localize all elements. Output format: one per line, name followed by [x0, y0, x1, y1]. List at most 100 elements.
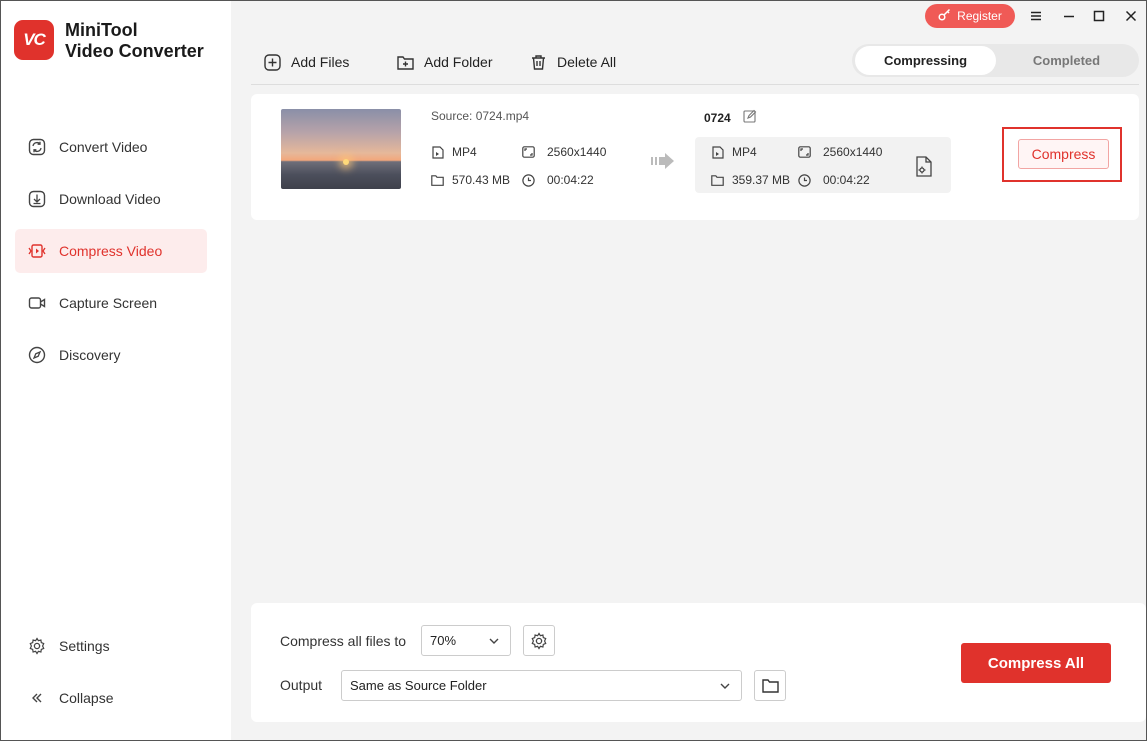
clock-icon	[522, 173, 535, 187]
maximize-button[interactable]	[1089, 6, 1109, 26]
sidebar-item-compress-video[interactable]: Compress Video	[15, 229, 207, 273]
output-resolution: 2560x1440	[798, 145, 882, 159]
add-files-label: Add Files	[291, 54, 350, 70]
menu-button[interactable]	[1026, 6, 1046, 26]
output-resolution-value: 2560x1440	[823, 145, 883, 159]
compress-all-button[interactable]: Compress All	[961, 643, 1111, 683]
output-format-value: MP4	[732, 145, 757, 159]
sidebar-item-settings[interactable]: Settings	[15, 624, 207, 668]
compass-icon	[27, 345, 47, 365]
resolution-icon	[798, 146, 811, 159]
convert-icon	[27, 137, 47, 157]
output-name: 0724	[704, 109, 757, 126]
output-name-value: 0724	[704, 110, 731, 125]
sidebar-item-download-video[interactable]: Download Video	[15, 177, 207, 221]
resolution-icon	[522, 146, 535, 159]
key-icon	[938, 8, 951, 24]
maximize-icon	[1093, 10, 1105, 22]
sidebar-item-label: Compress Video	[59, 243, 163, 259]
add-folder-button[interactable]: Add Folder	[397, 52, 492, 72]
source-size: 570.43 MB	[431, 173, 510, 187]
output-folder-value: Same as Source Folder	[350, 678, 487, 693]
compress-ratio-select[interactable]: 70%	[421, 625, 511, 656]
source-filename: 0724.mp4	[475, 109, 530, 123]
output-folder-select[interactable]: Same as Source Folder	[341, 670, 742, 701]
compress-button[interactable]: Compress	[1018, 139, 1109, 169]
folder-icon	[711, 174, 724, 187]
source-resolution: 2560x1440	[522, 145, 606, 159]
file-card: Source: 0724.mp4 MP4 2560x1440 570.43 MB…	[251, 94, 1139, 220]
bottom-panel: Compress all files to 70% Output Same as…	[251, 603, 1146, 722]
close-button[interactable]	[1121, 6, 1141, 26]
menu-icon	[1031, 11, 1041, 21]
sidebar-item-discovery[interactable]: Discovery	[15, 333, 207, 377]
gear-icon	[27, 636, 47, 656]
folder-icon	[431, 174, 444, 187]
tab-compressing[interactable]: Compressing	[855, 46, 996, 75]
add-files-button[interactable]: Add Files	[264, 52, 349, 72]
source-label: Source: 0724.mp4	[431, 109, 529, 123]
chevron-down-icon	[489, 638, 499, 644]
status-tabs: Compressing Completed	[852, 44, 1139, 77]
download-icon	[27, 189, 47, 209]
register-button[interactable]: Register	[925, 4, 1015, 28]
app-window: VC MiniTool Video Converter Convert Vide…	[0, 0, 1147, 741]
sidebar-item-label: Discovery	[59, 347, 121, 363]
sidebar: VC MiniTool Video Converter Convert Vide…	[1, 1, 231, 740]
chevron-down-icon	[720, 683, 730, 689]
video-thumbnail[interactable]	[281, 109, 401, 189]
sidebar-item-label: Settings	[59, 638, 110, 654]
sidebar-item-label: Collapse	[59, 690, 114, 706]
app-title: MiniTool Video Converter	[65, 20, 204, 62]
tab-completed[interactable]: Completed	[996, 46, 1137, 75]
app-title-line1: MiniTool	[65, 20, 138, 40]
compress-ratio-value: 70%	[430, 633, 457, 648]
file-format-icon	[431, 145, 444, 159]
source-resolution-value: 2560x1440	[547, 145, 607, 159]
trash-icon	[532, 54, 545, 70]
sidebar-bottom: Settings Collapse	[15, 624, 207, 728]
close-icon	[1125, 10, 1137, 22]
camera-icon	[27, 293, 47, 313]
register-label: Register	[957, 9, 1002, 23]
output-size-value: 359.37 MB	[732, 173, 791, 187]
sidebar-item-label: Convert Video	[59, 139, 148, 155]
minimize-button[interactable]	[1059, 6, 1079, 26]
output-duration-value: 00:04:22	[823, 173, 870, 187]
gear-icon	[531, 631, 547, 650]
toolbar-divider	[251, 84, 1139, 85]
delete-all-button[interactable]: Delete All	[530, 52, 616, 72]
output-format: MP4	[711, 145, 757, 159]
delete-all-label: Delete All	[557, 54, 617, 70]
output-label: Output	[280, 677, 323, 693]
edit-name-icon[interactable]	[743, 109, 757, 126]
source-duration-value: 00:04:22	[547, 173, 594, 187]
add-folder-label: Add Folder	[424, 54, 493, 70]
output-duration: 00:04:22	[798, 173, 870, 187]
double-chevron-left-icon	[27, 688, 47, 708]
sidebar-item-capture-screen[interactable]: Capture Screen	[15, 281, 207, 325]
output-size: 359.37 MB	[711, 173, 790, 187]
file-format-icon	[711, 145, 724, 159]
file-settings-icon[interactable]	[914, 156, 934, 178]
add-folder-icon	[397, 55, 414, 70]
source-format: MP4	[431, 145, 477, 159]
app-title-line2: Video Converter	[65, 41, 204, 61]
browse-folder-button[interactable]	[754, 670, 786, 701]
sidebar-item-collapse[interactable]: Collapse	[15, 676, 207, 720]
sidebar-item-convert-video[interactable]: Convert Video	[15, 125, 207, 169]
clock-icon	[798, 173, 811, 187]
source-duration: 00:04:22	[522, 173, 594, 187]
output-info-box: MP4 2560x1440 359.37 MB 00:04:22	[695, 137, 951, 193]
sidebar-nav: Convert Video Download Video Compress Vi…	[15, 125, 207, 385]
sidebar-item-label: Download Video	[59, 191, 161, 207]
thumbnail-sun	[343, 159, 349, 165]
compress-all-files-label: Compress all files to	[280, 633, 407, 649]
folder-icon	[761, 678, 779, 693]
compress-settings-button[interactable]	[523, 625, 555, 656]
source-format-value: MP4	[452, 145, 477, 159]
minimize-icon	[1064, 15, 1074, 18]
add-file-icon	[264, 53, 281, 71]
arrow-right-icon	[651, 152, 675, 170]
app-logo: VC	[14, 20, 54, 60]
